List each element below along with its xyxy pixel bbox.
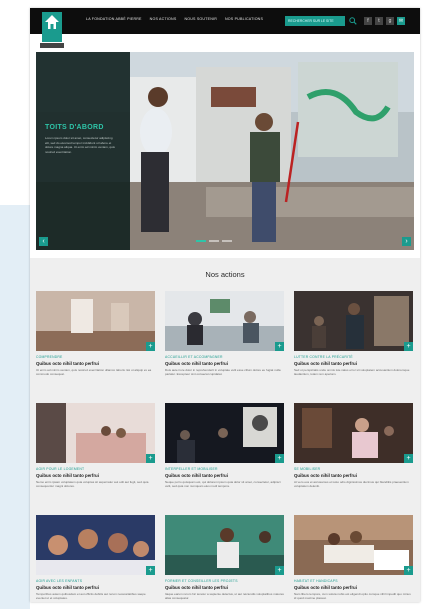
action-image: + [294, 403, 413, 463]
action-description: Itaque earum rerum hic tenetur a sapient… [165, 592, 284, 601]
action-image: + [165, 291, 284, 351]
mail-icon[interactable]: ✉ [397, 17, 405, 25]
social-links: f t g ✉ [364, 17, 405, 25]
search-input[interactable]: RECHERCHER SUR LE SITE [285, 16, 345, 26]
plus-icon[interactable]: + [146, 454, 155, 463]
slider-dot[interactable] [209, 240, 219, 242]
action-category: COMPRENDRE [36, 355, 63, 359]
action-category: LUTTER CONTRE LA PRÉCARITÉ [294, 355, 353, 359]
action-category: HABITAT ET HANDICAPS [294, 579, 338, 583]
action-image: + [165, 403, 284, 463]
action-card[interactable]: + INTERPELLER ET MOBILISER Quibus octo n… [165, 403, 284, 489]
facebook-icon[interactable]: f [364, 17, 372, 25]
hero-slider: TOITS D'ABORD Lorem ipsum dolor sit amet… [36, 52, 414, 250]
action-category: SE MOBILISER [294, 467, 321, 471]
plus-icon[interactable]: + [146, 566, 155, 575]
action-category: AGIR AVEC LES ENFANTS [36, 579, 83, 583]
action-description: Temporibus autem quibusdam et aut offici… [36, 592, 146, 601]
action-title[interactable]: Quibus octo nihil tanto perfrui [165, 361, 284, 366]
action-title[interactable]: Quibus octo nihil tanto perfrui [165, 585, 284, 590]
menu-item-publications[interactable]: NOS PUBLICATIONS [225, 17, 263, 21]
menu-item-fondation[interactable]: LA FONDATION ABBÉ PIERRE [86, 17, 142, 21]
action-image: + [36, 403, 155, 463]
action-category: AGIR POUR LE LOGEMENT [36, 467, 85, 471]
action-card[interactable]: + AGIR POUR LE LOGEMENT Quibus octo nihi… [36, 403, 155, 489]
chevron-right-icon[interactable]: › [402, 237, 411, 246]
action-description: Neque porro quisquam est, qui dolorem ip… [165, 480, 281, 489]
menu-item-soutenir[interactable]: NOUS SOUTENIR [184, 17, 217, 21]
top-navbar: LA FONDATION ABBÉ PIERRE NOS ACTIONS NOU… [30, 8, 420, 34]
action-image: + [36, 291, 155, 351]
action-card[interactable]: + SE MOBILISER Quibus octo nihil tanto p… [294, 403, 413, 489]
action-title[interactable]: Quibus octo nihil tanto perfrui [294, 361, 413, 366]
menu-item-actions[interactable]: NOS ACTIONS [150, 17, 177, 21]
search-placeholder: RECHERCHER SUR LE SITE [288, 19, 334, 23]
hero-description: Lorem ipsum dolor sit amet, consectetur … [45, 136, 115, 154]
section-title: Nos actions [205, 270, 245, 279]
slider-dot[interactable] [222, 240, 232, 242]
search-icon[interactable] [348, 16, 358, 26]
action-image: + [294, 291, 413, 351]
website-page: LA FONDATION ABBÉ PIERRE NOS ACTIONS NOU… [30, 8, 420, 602]
slider-dot[interactable] [196, 240, 206, 242]
action-card[interactable]: + ACCUEILLIR ET ACCOMPAGNER Quibus octo … [165, 291, 284, 377]
page-backdrop [0, 205, 30, 609]
twitter-icon[interactable]: t [375, 17, 383, 25]
action-category: ACCUEILLIR ET ACCOMPAGNER [165, 355, 223, 359]
action-description: Duis aute irure dolor in reprehenderit i… [165, 368, 281, 377]
action-description: At vero eos et accusamus et iusto odio d… [294, 480, 409, 489]
action-image: + [294, 515, 413, 575]
action-title[interactable]: Quibus octo nihil tanto perfrui [36, 473, 155, 478]
plus-icon[interactable]: + [275, 342, 284, 351]
plus-icon[interactable]: + [275, 566, 284, 575]
action-card[interactable]: + FORMER ET CONSEILLER LES PROJETS Quibu… [165, 515, 284, 601]
googleplus-icon[interactable]: g [386, 17, 394, 25]
actions-section: Nos actions + COMPRENDRE Quibus octo nih… [30, 258, 420, 602]
action-card[interactable]: + AGIR AVEC LES ENFANTS Quibus octo nihi… [36, 515, 155, 601]
main-menu: LA FONDATION ABBÉ PIERRE NOS ACTIONS NOU… [86, 17, 263, 21]
action-description: Sed ut perspiciatis unde omnis iste natu… [294, 368, 410, 377]
action-title[interactable]: Quibus octo nihil tanto perfrui [294, 473, 413, 478]
plus-icon[interactable]: + [275, 454, 284, 463]
action-title[interactable]: Quibus octo nihil tanto perfrui [294, 585, 413, 590]
plus-icon[interactable]: + [404, 566, 413, 575]
action-card[interactable]: + LUTTER CONTRE LA PRÉCARITÉ Quibus octo… [294, 291, 413, 377]
action-description: Nam libero tempore, cum soluta nobis est… [294, 592, 411, 601]
action-category: FORMER ET CONSEILLER LES PROJETS [165, 579, 238, 583]
logo-caption [40, 43, 64, 48]
action-title[interactable]: Quibus octo nihil tanto perfrui [165, 473, 284, 478]
action-card[interactable]: + HABITAT ET HANDICAPS Quibus octo nihil… [294, 515, 413, 601]
action-title[interactable]: Quibus octo nihil tanto perfrui [36, 585, 155, 590]
action-image: + [36, 515, 155, 575]
plus-icon[interactable]: + [404, 454, 413, 463]
action-description: Nemo enim ipsam voluptatem quia voluptas… [36, 480, 149, 489]
chevron-left-icon[interactable]: ‹ [39, 237, 48, 246]
plus-icon[interactable]: + [404, 342, 413, 351]
action-image: + [165, 515, 284, 575]
hero-title: TOITS D'ABORD [45, 124, 104, 131]
plus-icon[interactable]: + [146, 342, 155, 351]
slider-pagination [196, 240, 232, 242]
logo[interactable] [42, 12, 62, 42]
action-description: Ut enim ad minim veniam, quis nostrud ex… [36, 368, 152, 377]
action-category: INTERPELLER ET MOBILISER [165, 467, 218, 471]
house-logo-icon [45, 15, 59, 29]
action-card[interactable]: + COMPRENDRE Quibus octo nihil tanto per… [36, 291, 155, 377]
action-title[interactable]: Quibus octo nihil tanto perfrui [36, 361, 155, 366]
